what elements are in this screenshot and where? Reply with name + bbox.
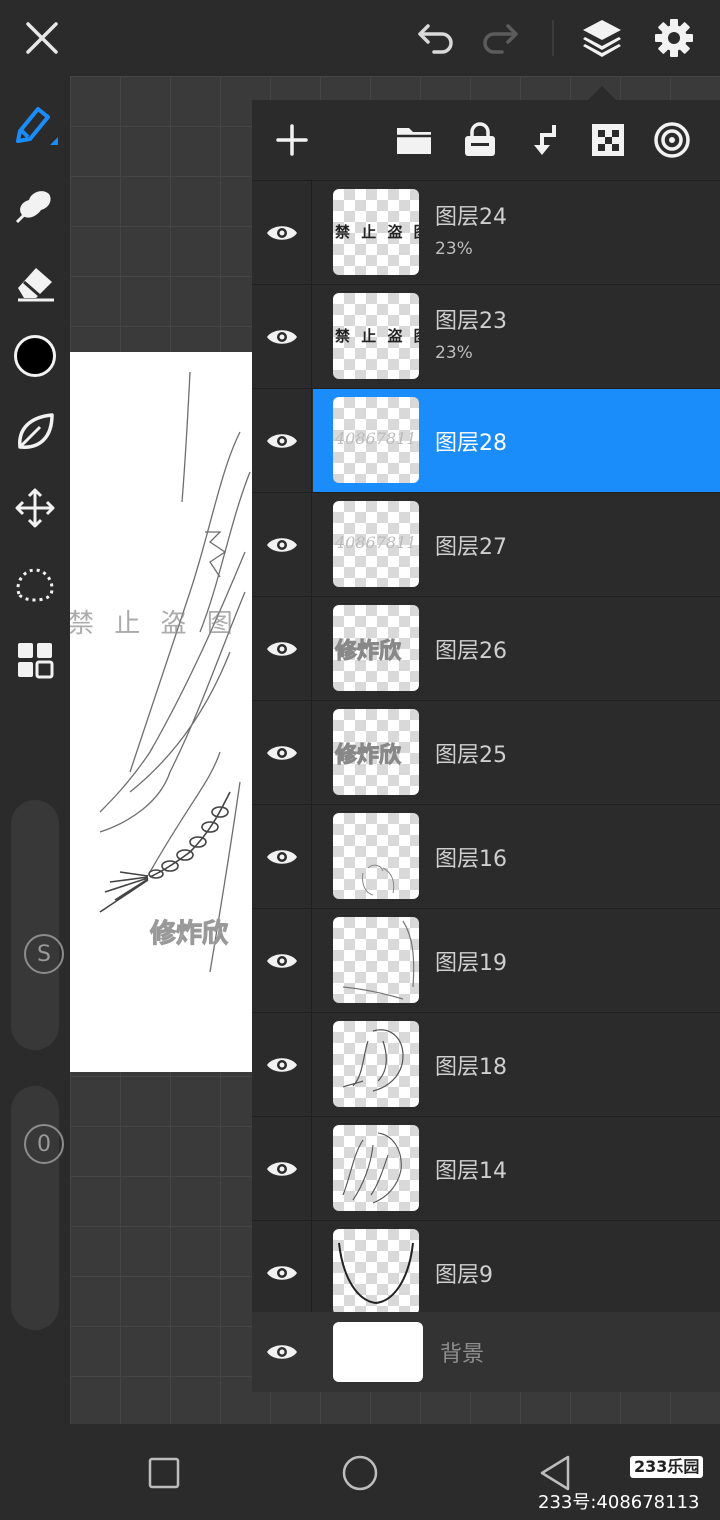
layer-name: 图层26 (435, 639, 507, 664)
layer-row[interactable]: 图层18 (252, 1012, 720, 1116)
add-layer-icon[interactable] (264, 112, 320, 168)
thumb-text: 修炸欣 (334, 742, 402, 769)
drawing-canvas[interactable]: 禁 止 盗 图 修炸欣 (70, 352, 252, 1072)
thumb-text: 40867811 (335, 533, 417, 552)
layer-name: 图层14 (435, 1159, 507, 1184)
watermark-id: 233号:408678113 (538, 1492, 700, 1513)
lock-icon[interactable] (452, 112, 508, 168)
layer-thumbnail: 禁 止 盗 图 (333, 293, 419, 379)
layer-name: 图层27 (435, 535, 507, 560)
leaf-tool-icon[interactable] (7, 404, 63, 460)
merge-down-icon[interactable] (516, 112, 572, 168)
visibility-eye-icon[interactable] (252, 1013, 312, 1116)
brush-tool-icon[interactable] (7, 96, 63, 152)
layer-name: 图层25 (435, 743, 507, 768)
top-bar (0, 0, 720, 76)
layer-row[interactable]: 修炸欣 图层26 (252, 596, 720, 700)
background-thumbnail (333, 1322, 423, 1382)
layer-row[interactable]: 图层9 (252, 1220, 720, 1312)
layer-name: 图层24 (435, 205, 507, 230)
layer-thumbnail (333, 1229, 419, 1312)
layer-row[interactable]: 图层14 (252, 1116, 720, 1220)
layer-thumbnail: 40867811 (333, 397, 419, 483)
visibility-eye-icon[interactable] (252, 701, 312, 804)
layer-row[interactable]: 禁 止 盗 图 图层23 23% (252, 284, 720, 388)
visibility-eye-icon[interactable] (252, 909, 312, 1012)
layer-opacity: 23% (435, 343, 473, 363)
layer-thumbnail: 修炸欣 (333, 709, 419, 795)
layer-row[interactable]: 图层16 (252, 804, 720, 908)
layer-row[interactable]: 修炸欣 图层25 (252, 700, 720, 804)
visibility-eye-icon[interactable] (252, 389, 312, 492)
eraser-tool-icon[interactable] (7, 254, 63, 310)
thumb-text: 禁 止 盗 图 (335, 223, 419, 241)
brush-size-knob[interactable]: S (24, 934, 64, 974)
canvas-signature: 修炸欣 (149, 918, 228, 949)
grid-menu-icon[interactable] (7, 632, 63, 688)
background-layer-row[interactable]: 背景 (252, 1312, 720, 1392)
panel-pointer (588, 86, 616, 100)
left-toolbar: S 0 (0, 76, 70, 1424)
layers-panel: 禁 止 盗 图 图层24 23% 禁 止 盗 图 图层23 23% 408678… (252, 100, 720, 1392)
layer-name: 图层16 (435, 847, 507, 872)
layer-row-selected[interactable]: 40867811 图层28 (252, 388, 720, 492)
gear-icon[interactable] (646, 10, 702, 66)
layer-opacity: 23% (435, 239, 473, 259)
folder-icon[interactable] (386, 112, 442, 168)
layers-toolbar (252, 100, 720, 180)
visibility-eye-icon[interactable] (252, 1312, 312, 1392)
layer-name: 图层23 (435, 309, 507, 334)
smudge-tool-icon[interactable] (7, 176, 63, 232)
color-picker-swatch[interactable] (7, 328, 63, 384)
redo-icon[interactable] (472, 10, 528, 66)
background-layer-name: 背景 (440, 1342, 485, 1367)
watermark-logo: 233乐园 (630, 1456, 704, 1478)
thumb-text: 40867811 (335, 429, 417, 448)
layer-thumbnail (333, 1021, 419, 1107)
transform-tool-icon[interactable] (7, 480, 63, 536)
thumb-text: 修炸欣 (334, 638, 402, 665)
visibility-eye-icon[interactable] (252, 493, 312, 596)
checker-icon[interactable] (580, 112, 636, 168)
close-icon[interactable] (14, 10, 70, 66)
thumb-text: 禁 止 盗 图 (335, 327, 419, 345)
layer-row[interactable]: 禁 止 盗 图 图层24 23% (252, 180, 720, 284)
visibility-eye-icon[interactable] (252, 285, 312, 388)
layer-thumbnail: 40867811 (333, 501, 419, 587)
layer-thumbnail: 修炸欣 (333, 605, 419, 691)
lasso-tool-icon[interactable] (7, 556, 63, 612)
visibility-eye-icon[interactable] (252, 1117, 312, 1220)
visibility-eye-icon[interactable] (252, 181, 312, 284)
opacity-knob[interactable]: 0 (24, 1124, 64, 1164)
brush-size-slider[interactable]: S (11, 800, 64, 1050)
layer-thumbnail: 禁 止 盗 图 (333, 189, 419, 275)
undo-icon[interactable] (408, 10, 464, 66)
visibility-eye-icon[interactable] (252, 1221, 312, 1312)
layer-name: 图层28 (435, 431, 507, 456)
spiral-icon[interactable] (644, 112, 700, 168)
layer-name: 图层9 (435, 1263, 493, 1288)
recent-apps-icon[interactable] (139, 1448, 189, 1498)
visibility-eye-icon[interactable] (252, 805, 312, 908)
opacity-slider[interactable]: 0 (11, 1086, 64, 1330)
layer-name: 图层19 (435, 951, 507, 976)
visibility-eye-icon[interactable] (252, 597, 312, 700)
layer-row[interactable]: 图层19 (252, 908, 720, 1012)
opacity-slider-label: 0 (37, 1131, 51, 1157)
layer-name: 图层18 (435, 1055, 507, 1080)
canvas-watermark: 禁 止 盗 图 (70, 609, 239, 639)
divider (552, 20, 554, 56)
home-icon[interactable] (335, 1448, 385, 1498)
layers-icon[interactable] (574, 10, 630, 66)
layer-thumbnail (333, 917, 419, 1003)
layer-row[interactable]: 40867811 图层27 (252, 492, 720, 596)
layer-thumbnail (333, 813, 419, 899)
size-slider-label: S (37, 941, 51, 967)
sketch-artwork: 禁 止 盗 图 修炸欣 (70, 371, 251, 973)
layer-thumbnail (333, 1125, 419, 1211)
